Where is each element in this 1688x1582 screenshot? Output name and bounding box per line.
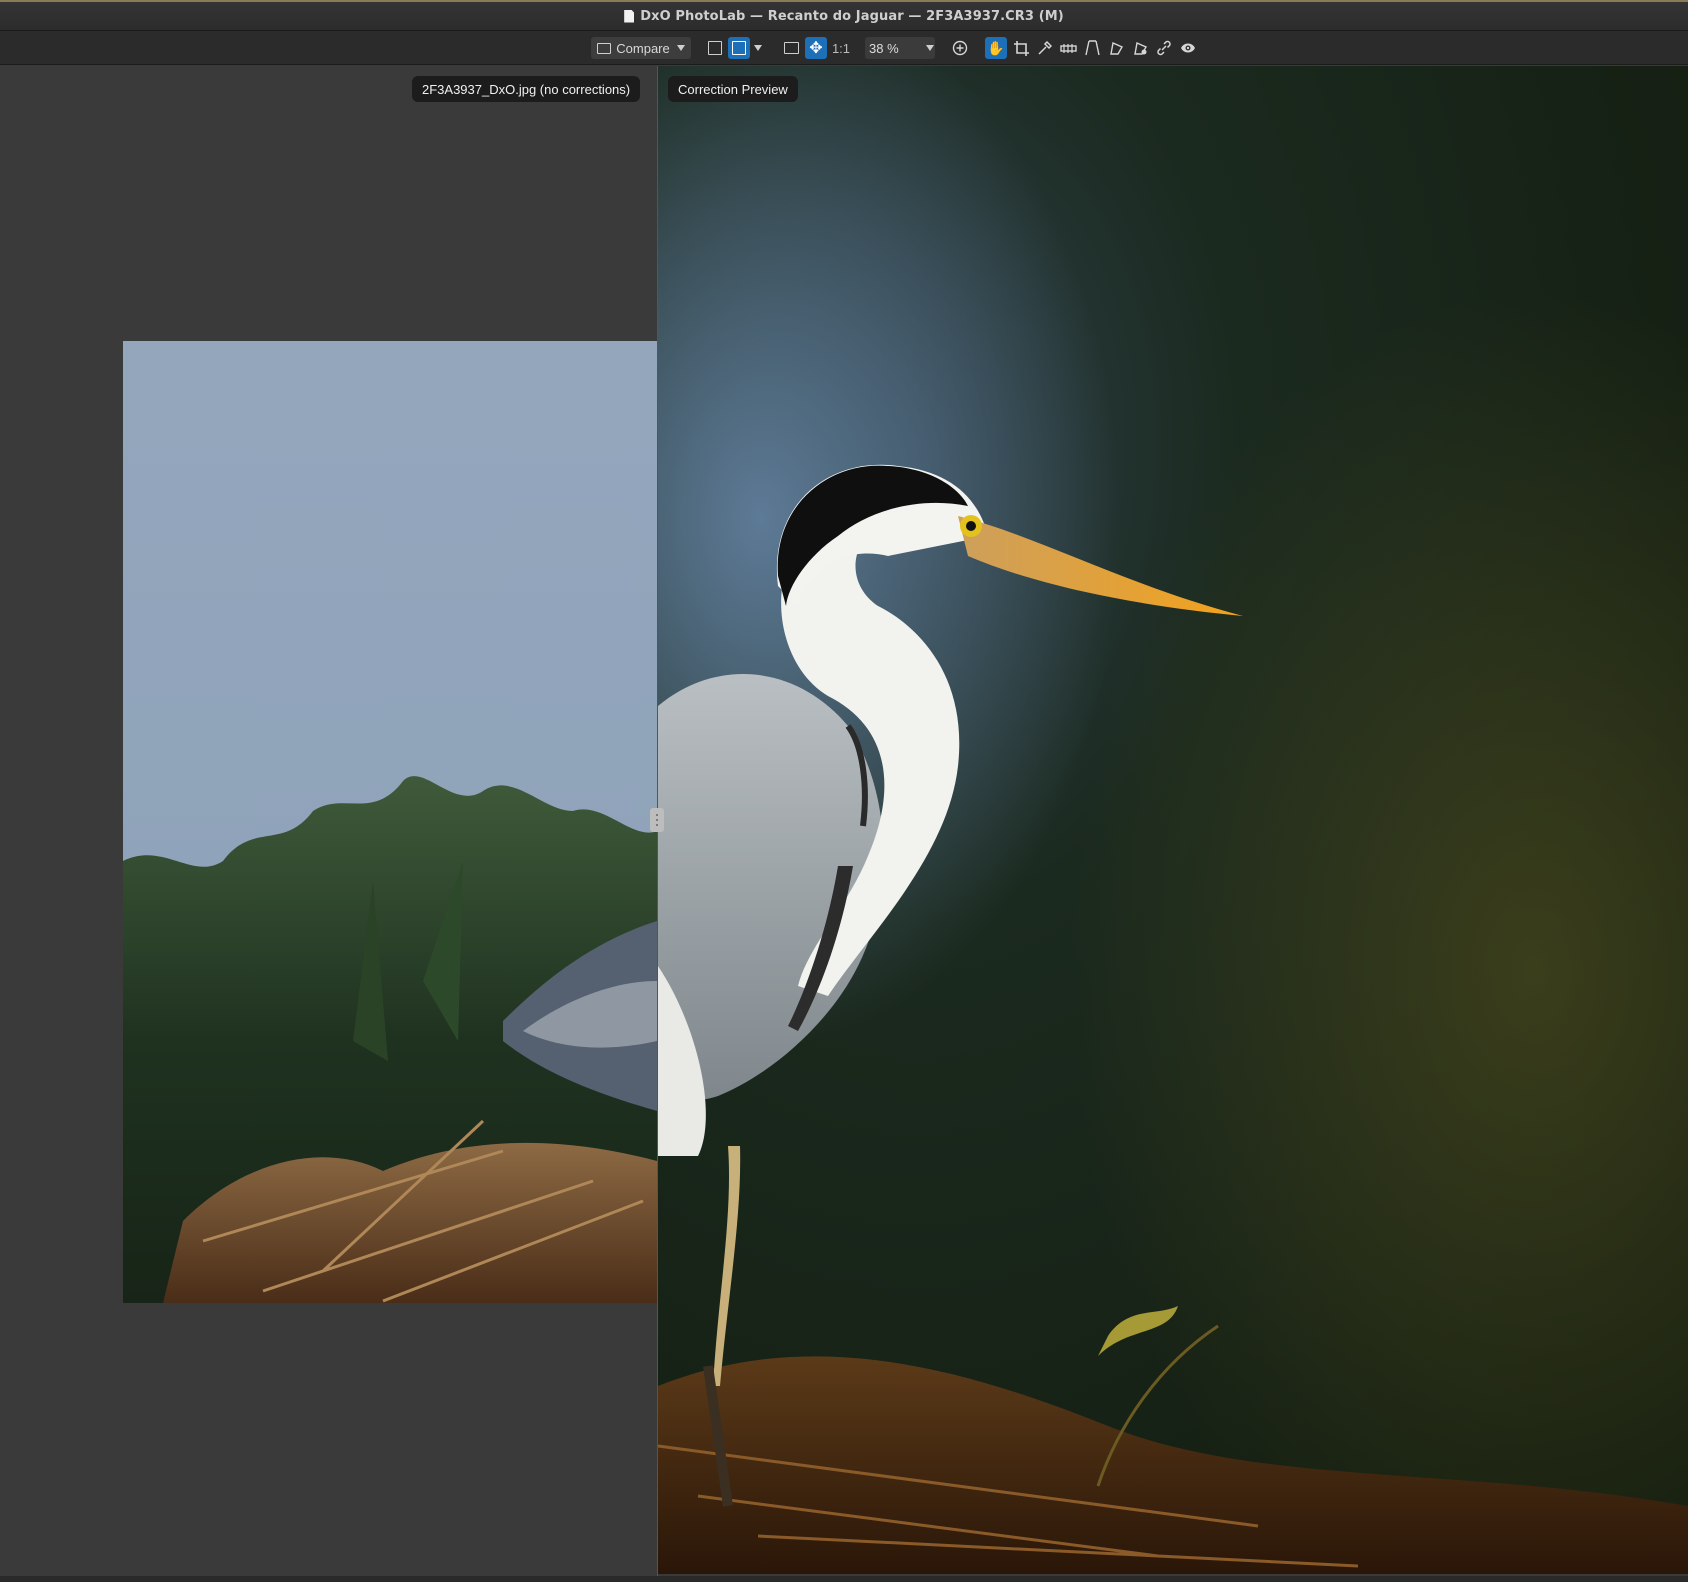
single-view-icon — [708, 41, 722, 55]
move-button[interactable]: ✥ — [805, 37, 827, 59]
preview-toggle-button[interactable] — [1177, 37, 1199, 59]
compare-icon — [597, 42, 612, 54]
repair-icon — [1133, 41, 1147, 55]
fit-icon — [783, 42, 799, 54]
eyedropper-tool-button[interactable] — [1033, 37, 1055, 59]
hand-tool-button[interactable]: ✋ — [985, 37, 1007, 59]
horizon-tool-button[interactable] — [1057, 37, 1079, 59]
repair-tool-button[interactable] — [1129, 37, 1151, 59]
zoom-value: 38 % — [869, 40, 899, 56]
perspective-icon — [1084, 40, 1100, 56]
correction-preview-label: Correction Preview — [668, 76, 798, 102]
hand-icon: ✋ — [987, 39, 1005, 56]
split-view-button[interactable] — [728, 37, 750, 59]
local-adjust-icon — [1109, 41, 1123, 55]
fit-button[interactable] — [780, 37, 802, 59]
horizon-icon — [1059, 43, 1077, 53]
crop-icon — [1013, 40, 1029, 56]
single-view-button[interactable] — [704, 37, 726, 59]
chevron-down-icon — [754, 45, 762, 51]
zoom-tool-button[interactable] — [949, 37, 971, 59]
document-icon — [624, 9, 635, 23]
eye-icon — [1181, 43, 1195, 53]
crop-tool-button[interactable] — [1010, 37, 1032, 59]
split-handle[interactable] — [650, 808, 664, 832]
chevron-down-icon — [676, 45, 685, 51]
correction-preview-image — [658, 66, 1688, 1574]
link-tool-button[interactable] — [1153, 37, 1175, 59]
compare-label: Compare — [616, 40, 670, 56]
bottom-edge — [0, 1576, 1688, 1582]
original-image — [123, 341, 657, 1303]
one-to-one-button[interactable]: 1:1 — [829, 37, 853, 59]
move-icon: ✥ — [809, 40, 823, 57]
split-view-icon — [732, 41, 746, 55]
eyedropper-icon — [1037, 40, 1052, 55]
compare-button[interactable]: Compare — [591, 37, 691, 59]
chevron-down-icon — [926, 45, 934, 51]
local-adjustments-button[interactable] — [1105, 37, 1127, 59]
view-mode-dropdown[interactable] — [750, 37, 766, 59]
window-title: DxO PhotoLab — Recanto do Jaguar — 2F3A3… — [640, 8, 1064, 24]
link-icon — [1157, 40, 1171, 56]
zoom-icon — [952, 40, 968, 56]
perspective-tool-button[interactable] — [1081, 37, 1103, 59]
title-bar: DxO PhotoLab — Recanto do Jaguar — 2F3A3… — [0, 0, 1688, 31]
original-label: 2F3A3937_DxO.jpg (no corrections) — [412, 76, 641, 102]
zoom-dropdown[interactable] — [922, 37, 938, 59]
viewer-toolbar: Compare ✥ 1:1 38 % ✋ — [0, 31, 1688, 65]
